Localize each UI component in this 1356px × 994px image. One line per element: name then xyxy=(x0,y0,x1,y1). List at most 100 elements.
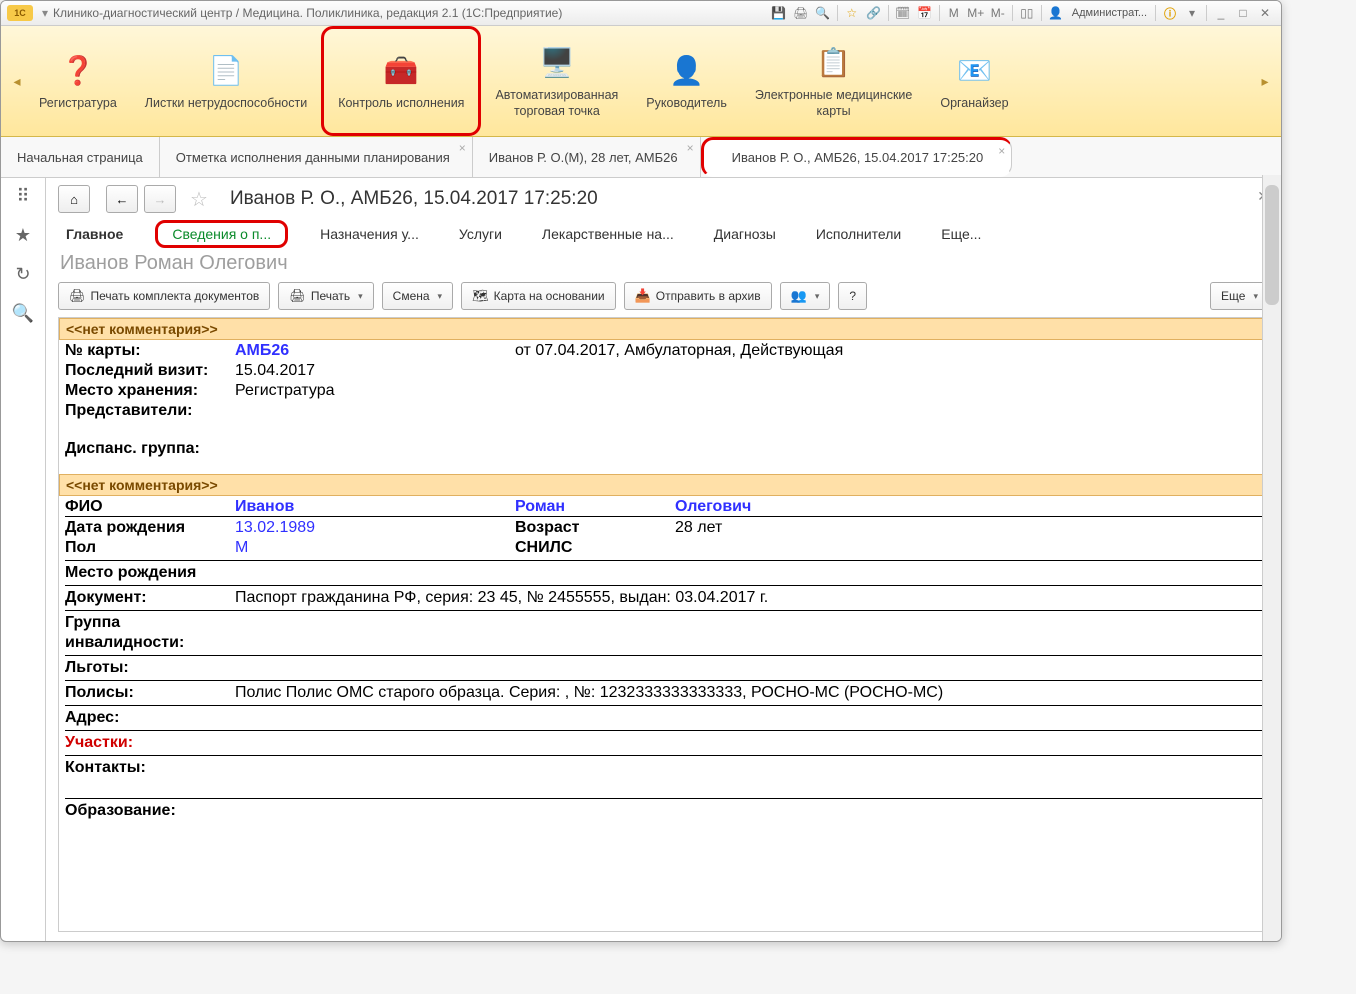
section-item-1[interactable]: 📄 Листки нетрудоспособности xyxy=(131,26,321,136)
close-window-button[interactable]: ✕ xyxy=(1255,4,1275,22)
education-label: Образование: xyxy=(65,802,1262,820)
section-label: Электронные медицинские xyxy=(755,87,913,103)
fio-label: ФИО xyxy=(65,498,235,517)
m-plus-icon[interactable]: M+ xyxy=(966,4,986,22)
app-menu-dropdown[interactable]: ▾ xyxy=(37,6,53,20)
print-icon: 🖨 xyxy=(69,288,86,304)
comment-bar-2[interactable]: <<нет комментария>> xyxy=(59,474,1268,496)
section-item-5[interactable]: 📋Электронные медицинскиекарты xyxy=(741,26,927,136)
document-value: Паспорт гражданина РФ, серия: 23 45, № 2… xyxy=(235,589,1262,607)
middle-name[interactable]: Олегович xyxy=(675,498,1262,517)
map-icon: 🗺 xyxy=(472,288,489,304)
tab-close-icon[interactable]: × xyxy=(998,144,1005,158)
scrollbar-thumb[interactable] xyxy=(1265,185,1279,305)
users-button[interactable]: 👥▾ xyxy=(780,282,831,310)
more-button[interactable]: Еще▾ xyxy=(1210,282,1269,310)
help-button[interactable]: ? xyxy=(838,282,867,310)
back-button[interactable]: ← xyxy=(106,185,138,213)
print-icon: 🖨 xyxy=(289,288,306,304)
archive-button[interactable]: 📥Отправить в архив xyxy=(624,282,772,310)
subtab-0[interactable]: Главное xyxy=(58,223,131,245)
m-minus-icon[interactable]: M- xyxy=(988,4,1008,22)
maximize-button[interactable]: □ xyxy=(1233,4,1253,22)
minimize-button[interactable]: _ xyxy=(1211,4,1231,22)
titlebar: 1С ▾ Клинико-диагностический центр / Мед… xyxy=(1,1,1281,26)
section-item-2[interactable]: 🧰Контроль исполнения xyxy=(321,26,481,136)
tab-close-icon[interactable]: × xyxy=(459,141,466,155)
comment-bar[interactable]: <<нет комментария>> xyxy=(59,318,1268,340)
calendar-icon[interactable]: 📅 xyxy=(915,4,935,22)
current-user[interactable]: Администрат... xyxy=(1068,7,1151,19)
tab-close-icon[interactable]: × xyxy=(687,141,694,155)
shift-button[interactable]: Смена▾ xyxy=(382,282,453,310)
left-rail: ⠿ ★ ↻ 🔍 xyxy=(1,178,46,942)
document-label: Документ: xyxy=(65,589,235,607)
tab-2[interactable]: Иванов Р. О.(М), 28 лет, АМБ26× xyxy=(473,137,701,177)
contacts-label: Контакты: xyxy=(65,759,1262,777)
info-icon[interactable]: ⓘ xyxy=(1160,4,1180,22)
home-button[interactable]: ⌂ xyxy=(58,185,90,213)
info-caret[interactable]: ▾ xyxy=(1182,4,1202,22)
sections-panel: ◂ ❓Регистратура 📄 Листки нетрудоспособност… xyxy=(1,26,1281,137)
section-icon: 🖥️ xyxy=(537,43,577,83)
subtab-4[interactable]: Лекарственные на... xyxy=(534,223,682,245)
tab-0[interactable]: Начальная страница xyxy=(1,137,160,177)
tab-3[interactable]: Иванов Р. О., АМБ26, 15.04.2017 17:25:20… xyxy=(701,137,1013,177)
subtab-1[interactable]: Сведения о п... xyxy=(155,220,288,248)
link-icon[interactable]: 🔗 xyxy=(864,4,884,22)
calculator-icon[interactable]: 🗓 xyxy=(893,4,913,22)
subtab-5[interactable]: Диагнозы xyxy=(706,223,784,245)
favorite-icon[interactable]: ☆ xyxy=(842,4,862,22)
print-set-button[interactable]: 🖨Печать комплекта документов xyxy=(58,282,270,310)
sections-prev-button[interactable]: ◂ xyxy=(9,36,25,126)
patient-full-name: Иванов Роман Олегович xyxy=(46,248,1281,279)
dob-value[interactable]: 13.02.1989 xyxy=(235,519,515,537)
app-window: 1С ▾ Клинико-диагностический центр / Мед… xyxy=(0,0,1282,942)
subtab-6[interactable]: Исполнители xyxy=(808,223,909,245)
last-visit-label: Последний визит: xyxy=(65,362,235,380)
lgoty-label: Льготы: xyxy=(65,659,1262,677)
favorites-icon[interactable]: ★ xyxy=(15,225,31,246)
window-title: Клинико-диагностический центр / Медицина… xyxy=(53,6,769,20)
sections-next-button[interactable]: ▸ xyxy=(1257,36,1273,126)
subtab-7[interactable]: Еще... xyxy=(933,223,989,245)
panel-toggle-icon[interactable]: ▯▯ xyxy=(1017,4,1037,22)
section-item-4[interactable]: 👤Руководитель xyxy=(632,26,741,136)
apps-grid-icon[interactable]: ⠿ xyxy=(16,186,29,207)
section-icon: 🧰 xyxy=(381,51,421,91)
disability-label-1: Группа xyxy=(65,614,235,632)
section-icon: 📄 xyxy=(206,51,246,91)
last-name[interactable]: Иванов xyxy=(235,498,515,517)
tab-label: Иванов Р. О., АМБ26, 15.04.2017 17:25:20 xyxy=(732,150,984,165)
age-value: 28 лет xyxy=(675,519,1262,537)
map-button[interactable]: 🗺Карта на основании xyxy=(461,282,616,310)
user-icon: 👤 xyxy=(1046,4,1066,22)
print-button[interactable]: 🖨Печать▾ xyxy=(278,282,373,310)
birthplace-label: Место рождения xyxy=(65,564,1262,582)
preview-icon[interactable]: 🔍 xyxy=(813,4,833,22)
patient-card-panel: <<нет комментария>> № карты: АМБ26 от 07… xyxy=(58,317,1269,932)
forward-button[interactable]: → xyxy=(144,185,176,213)
section-item-0[interactable]: ❓Регистратура xyxy=(25,26,131,136)
tab-label: Начальная страница xyxy=(17,150,143,165)
tab-1[interactable]: Отметка исполнения данными планирования× xyxy=(160,137,473,177)
m-icon[interactable]: M xyxy=(944,4,964,22)
first-name[interactable]: Роман xyxy=(515,498,675,517)
save-icon[interactable]: 💾 xyxy=(769,4,789,22)
section-item-6[interactable]: 📧Органайзер xyxy=(926,26,1022,136)
history-icon[interactable]: ↻ xyxy=(15,264,30,285)
sex-value[interactable]: М xyxy=(235,539,515,557)
age-label: Возраст xyxy=(515,519,675,537)
subtab-2[interactable]: Назначения у... xyxy=(312,223,427,245)
content-scrollbar[interactable] xyxy=(1262,175,1281,941)
section-label: Регистратура xyxy=(39,95,117,111)
print-icon[interactable]: 🖨 xyxy=(791,4,811,22)
subtab-3[interactable]: Услуги xyxy=(451,223,510,245)
uchastki-label: Участки: xyxy=(65,734,1262,752)
section-item-3[interactable]: 🖥️Автоматизированнаяторговая точка xyxy=(481,26,632,136)
address-label: Адрес: xyxy=(65,709,1262,727)
card-no-value[interactable]: АМБ26 xyxy=(235,342,515,360)
search-icon[interactable]: 🔍 xyxy=(12,303,34,324)
star-icon[interactable]: ☆ xyxy=(190,187,208,212)
section-label: Листки нетрудоспособности xyxy=(145,95,307,111)
